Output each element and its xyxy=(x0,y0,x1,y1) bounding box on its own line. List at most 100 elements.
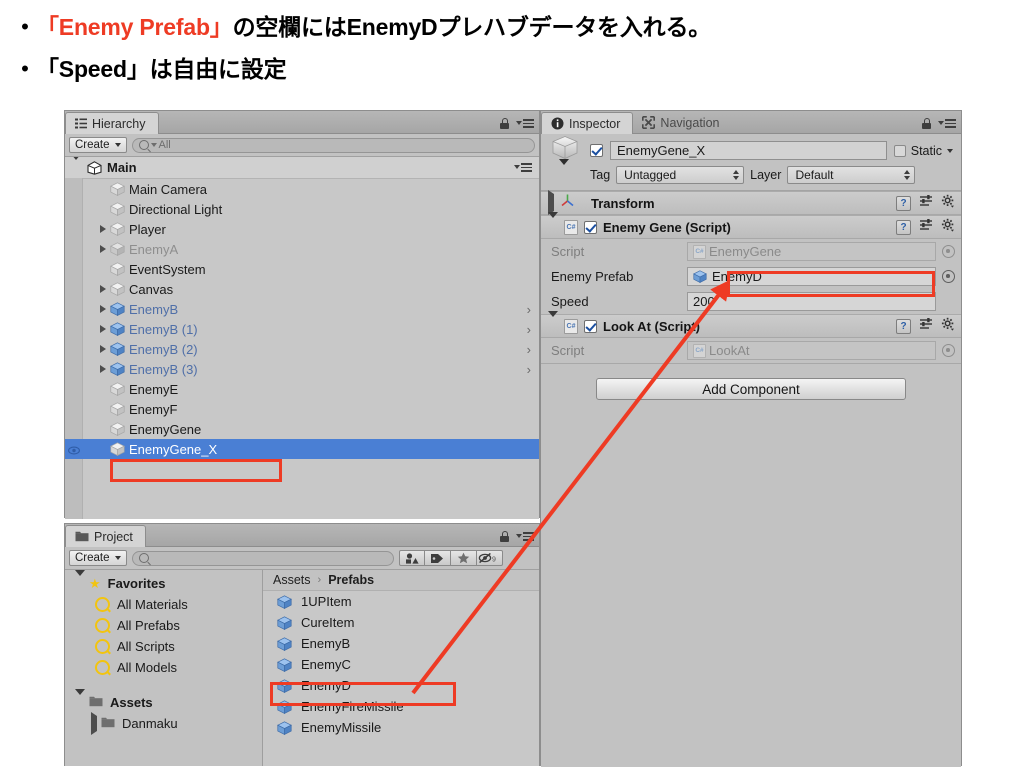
expand-twisty[interactable] xyxy=(96,305,110,313)
tab-inspector[interactable]: Inspector xyxy=(541,112,634,134)
prefab-cube-icon xyxy=(110,362,125,376)
hierarchy-item-enemyb-2[interactable]: EnemyB (2) › xyxy=(65,339,539,359)
add-component-button[interactable]: Add Component xyxy=(596,378,906,400)
hierarchy-item-canvas[interactable]: Canvas xyxy=(65,279,539,299)
expand-twisty[interactable] xyxy=(91,712,97,735)
hierarchy-item-enemye[interactable]: EnemyE xyxy=(65,379,539,399)
breadcrumb-item-prefabs[interactable]: Prefabs xyxy=(328,573,374,587)
hierarchy-item-enemygene-x[interactable]: EnemyGene_X xyxy=(65,439,539,459)
eye-icon[interactable] xyxy=(68,443,80,455)
panel-menu-icon[interactable] xyxy=(938,118,956,129)
project-search-input[interactable] xyxy=(131,550,394,566)
gameobject-enabled-checkbox[interactable] xyxy=(590,144,603,157)
chevron-right-icon[interactable]: › xyxy=(527,363,531,376)
lock-icon[interactable] xyxy=(500,531,509,542)
scene-context-menu-icon[interactable] xyxy=(514,162,532,173)
lock-icon[interactable] xyxy=(922,118,931,129)
hierarchy-item-enemya[interactable]: EnemyA xyxy=(65,239,539,259)
hierarchy-item-enemyf[interactable]: EnemyF xyxy=(65,399,539,419)
component-expand-twisty[interactable] xyxy=(548,190,554,215)
tab-hierarchy[interactable]: Hierarchy xyxy=(65,112,159,134)
gameobject-name-field[interactable]: EnemyGene_X xyxy=(610,141,887,160)
hierarchy-item-enemyb-3[interactable]: EnemyB (3) › xyxy=(65,359,539,379)
project-tree-item-favorites[interactable]: ★ Favorites xyxy=(65,570,262,594)
expand-twisty[interactable] xyxy=(96,245,110,253)
scene-expand-twisty[interactable] xyxy=(71,157,81,175)
property-field-script[interactable]: C# EnemyGene xyxy=(687,242,936,261)
expand-twisty[interactable] xyxy=(96,345,110,353)
expand-twisty[interactable] xyxy=(96,285,110,293)
static-checkbox[interactable] xyxy=(893,144,906,157)
component-enabled-checkbox[interactable] xyxy=(584,220,597,234)
expand-twisty[interactable] xyxy=(75,689,85,710)
hierarchy-item-directional-light[interactable]: Directional Light xyxy=(65,199,539,219)
help-book-icon[interactable]: ? xyxy=(896,318,911,334)
prefab-cube-icon xyxy=(693,269,708,284)
component-header-look-at-script[interactable]: C# Look At (Script)? xyxy=(541,311,961,338)
hierarchy-item-enemyb[interactable]: EnemyB › xyxy=(65,299,539,319)
help-book-icon[interactable]: ? xyxy=(896,219,911,235)
filter-by-label-icon[interactable] xyxy=(424,550,451,566)
project-tree-item-all-prefabs[interactable]: All Prefabs xyxy=(65,615,262,636)
tab-navigation[interactable]: Navigation xyxy=(633,112,731,133)
asset-item-enemyc[interactable]: EnemyC xyxy=(263,654,539,675)
hierarchy-search-input[interactable]: All xyxy=(131,137,535,153)
hierarchy-item-label: Directional Light xyxy=(129,201,223,217)
component-enabled-checkbox[interactable] xyxy=(584,319,597,333)
expand-twisty[interactable] xyxy=(96,365,110,373)
breadcrumb-item-assets[interactable]: Assets xyxy=(273,573,311,587)
lock-icon[interactable] xyxy=(500,118,509,129)
component-expand-twisty[interactable] xyxy=(548,311,558,335)
panel-menu-icon[interactable] xyxy=(516,118,534,129)
chevron-right-icon[interactable]: › xyxy=(527,323,531,336)
expand-twisty[interactable] xyxy=(75,570,85,591)
tab-project[interactable]: Project xyxy=(65,525,146,547)
hierarchy-scene-row[interactable]: Main xyxy=(65,157,539,179)
project-tree-item-assets[interactable]: Assets xyxy=(65,689,262,713)
preset-icon[interactable] xyxy=(919,218,933,236)
help-book-icon[interactable]: ? xyxy=(896,195,911,211)
chevron-right-icon[interactable]: › xyxy=(527,303,531,316)
hidden-packages-icon[interactable]: 9 xyxy=(476,550,503,566)
gear-icon[interactable] xyxy=(941,194,955,213)
object-picker-icon[interactable] xyxy=(942,270,955,283)
gear-icon[interactable] xyxy=(941,317,955,336)
hierarchy-item-enemyb-1[interactable]: EnemyB (1) › xyxy=(65,319,539,339)
component-expand-twisty[interactable] xyxy=(548,212,558,236)
filter-by-type-icon[interactable] xyxy=(398,550,425,566)
property-field-script[interactable]: C# LookAt xyxy=(687,341,936,360)
project-tree-item-danmaku[interactable]: Danmaku xyxy=(65,712,262,735)
project-create-button[interactable]: Create xyxy=(69,550,127,566)
asset-item-enemymissile[interactable]: EnemyMissile xyxy=(263,717,539,738)
tag-dropdown[interactable]: Untagged xyxy=(616,166,745,184)
chevron-right-icon[interactable]: › xyxy=(527,343,531,356)
expand-twisty[interactable] xyxy=(96,225,110,233)
object-picker-icon[interactable] xyxy=(942,245,955,258)
expand-twisty[interactable] xyxy=(96,325,110,333)
hierarchy-item-player[interactable]: Player xyxy=(65,219,539,239)
static-toggle[interactable]: Static xyxy=(893,144,953,158)
project-tree-item-all-scripts[interactable]: All Scripts xyxy=(65,636,262,657)
layer-dropdown[interactable]: Default xyxy=(787,166,916,184)
asset-item-cureitem[interactable]: CureItem xyxy=(263,612,539,633)
project-tree-item-all-materials[interactable]: All Materials xyxy=(65,594,262,615)
preset-icon[interactable] xyxy=(919,317,933,335)
preset-icon[interactable] xyxy=(919,194,933,212)
hierarchy-item-main-camera[interactable]: Main Camera xyxy=(65,179,539,199)
object-picker-icon[interactable] xyxy=(942,344,955,357)
component-header-enemy-gene-script[interactable]: C# Enemy Gene (Script)? xyxy=(541,212,961,239)
search-icon xyxy=(138,140,149,150)
hierarchy-item-eventsystem[interactable]: EventSystem xyxy=(65,259,539,279)
panel-menu-icon[interactable] xyxy=(516,531,534,542)
asset-item-enemyb[interactable]: EnemyB xyxy=(263,633,539,654)
filter-favorites-icon[interactable] xyxy=(450,550,477,566)
asset-item-1upitem[interactable]: 1UPItem xyxy=(263,591,539,612)
project-tree-item-all-models[interactable]: All Models xyxy=(65,657,262,678)
hierarchy-item-enemygene[interactable]: EnemyGene xyxy=(65,419,539,439)
gear-icon[interactable] xyxy=(941,218,955,237)
gameobject-cube-icon xyxy=(110,402,125,416)
hierarchy-create-button[interactable]: Create xyxy=(69,137,127,153)
chevron-down-icon[interactable] xyxy=(947,148,953,153)
component-header-transform[interactable]: Transform? xyxy=(541,190,961,215)
gameobject-cube-icon xyxy=(110,222,125,236)
